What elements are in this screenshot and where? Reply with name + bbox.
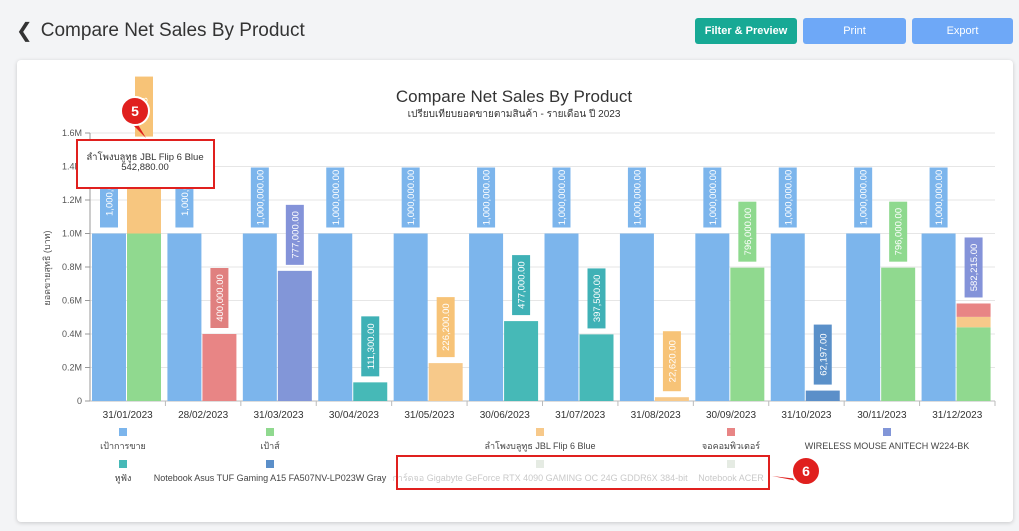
target-bar-label: 1,000,000.00: [482, 170, 493, 225]
actual-bar-label: 477,000.00: [517, 261, 528, 309]
actual-bar-segment[interactable]: [730, 267, 765, 401]
actual-bar-label: 111,300.00: [366, 323, 377, 369]
target-bar[interactable]: [695, 233, 730, 402]
legend-swatch[interactable]: [536, 460, 544, 468]
target-bar-label: 1,000,000.00: [934, 170, 945, 225]
x-tick-label: 30/09/2023: [706, 410, 756, 421]
annotation-6-number: 6: [802, 463, 810, 479]
y-tick-label: 1.6M: [62, 128, 82, 138]
actual-bar-segment[interactable]: [956, 327, 991, 401]
legend-swatch[interactable]: [536, 428, 544, 436]
legend-item-label: เป้าส์: [260, 440, 280, 451]
x-tick-label: 31/07/2023: [555, 410, 605, 421]
y-tick-label: 0.8M: [62, 262, 82, 272]
actual-bar-label: 777,000.00: [290, 211, 301, 259]
y-tick-label: 0.6M: [62, 296, 82, 306]
actual-bar-label: 397,500.00: [592, 275, 603, 323]
actual-bar-segment[interactable]: [428, 363, 463, 401]
annotation-5-number: 5: [131, 103, 139, 119]
actual-bar-segment[interactable]: [127, 233, 161, 402]
legend-swatch[interactable]: [119, 428, 127, 436]
legend-swatch[interactable]: [266, 428, 274, 436]
y-axis-label: ยอดขายสุทธิ (บาท): [42, 230, 53, 305]
target-bar-label: 1,000,000.00: [557, 170, 568, 225]
target-bar[interactable]: [469, 233, 504, 402]
legend-swatch[interactable]: [883, 428, 891, 436]
y-tick-label: 0: [77, 396, 82, 406]
actual-bar-segment[interactable]: [579, 334, 614, 401]
actual-bar-label: 226,200.00: [441, 303, 452, 351]
actual-bar-segment[interactable]: [956, 316, 991, 328]
y-tick-label: 0.2M: [62, 363, 82, 373]
target-bar-label: 1,000,000.00: [859, 170, 870, 225]
y-tick-label: 1.0M: [62, 229, 82, 239]
target-bar[interactable]: [770, 233, 805, 402]
actual-bar-label: 62,197.00: [818, 333, 829, 375]
x-tick-label: 30/04/2023: [329, 410, 379, 421]
legend-swatch[interactable]: [727, 460, 735, 468]
target-bar[interactable]: [167, 233, 202, 402]
target-bar-label: 1,000,000.00: [708, 170, 719, 225]
legend-item-label: WIRELESS MOUSE ANITECH W224-BK: [805, 441, 970, 451]
legend-swatch[interactable]: [727, 428, 735, 436]
target-bar[interactable]: [846, 233, 881, 402]
legend-item-label: เป้าการขาย: [100, 441, 146, 451]
legend-item-label: Notebook Asus TUF Gaming A15 FA507NV-LP0…: [154, 473, 387, 483]
target-bar[interactable]: [393, 233, 428, 402]
target-bar-label: 1,000,000.00: [331, 170, 342, 225]
y-tick-label: 1.2M: [62, 195, 82, 205]
target-bar[interactable]: [619, 233, 654, 402]
legend-item-label: การ์ดจอ Gigabyte GeForce RTX 4090 GAMING…: [392, 472, 688, 483]
legend-item-label: Notebook ACER: [698, 473, 764, 483]
legend-swatch[interactable]: [119, 460, 127, 468]
actual-bar-label: 796,000.00: [894, 208, 905, 256]
x-tick-label: 28/02/2023: [178, 410, 228, 421]
chart-title: Compare Net Sales By Product: [396, 87, 632, 106]
actual-bar-segment[interactable]: [654, 397, 689, 401]
x-tick-label: 31/05/2023: [404, 410, 454, 421]
target-bar-label: 1,000,000.00: [632, 170, 643, 225]
target-bar[interactable]: [318, 233, 353, 402]
target-bar[interactable]: [92, 233, 126, 402]
actual-bar-segment[interactable]: [353, 382, 388, 401]
x-tick-label: 31/10/2023: [781, 410, 831, 421]
actual-bar-label: 582,215.00: [969, 244, 980, 292]
actual-bar-segment[interactable]: [805, 390, 840, 401]
x-tick-label: 31/12/2023: [932, 410, 982, 421]
actual-bar-label: 400,000.00: [215, 274, 226, 322]
x-tick-label: 30/06/2023: [480, 410, 530, 421]
actual-bar-segment[interactable]: [202, 334, 237, 401]
actual-bar-segment[interactable]: [277, 270, 312, 401]
y-tick-label: 0.4M: [62, 329, 82, 339]
x-tick-label: 31/08/2023: [631, 410, 681, 421]
actual-bar-segment[interactable]: [956, 303, 991, 317]
net-sales-chart: Compare Net Sales By Product เปรียบเทียบย…: [42, 76, 996, 490]
actual-bar-segment[interactable]: [881, 267, 916, 401]
chart-subtitle: เปรียบเทียบยอดขายตามสินค้า - รายเดือน ปี…: [408, 108, 621, 120]
target-bar-label: 1,000,000.00: [783, 170, 794, 225]
tooltip-value: 542,880.00: [121, 162, 169, 173]
legend-item-label: หูฟัง: [115, 473, 132, 484]
target-bar[interactable]: [544, 233, 579, 402]
actual-bar-label: 796,000.00: [743, 208, 754, 256]
legend-item-label: ลำโพงบลูทูธ JBL Flip 6 Blue: [484, 441, 595, 452]
target-bar-label: 1,000,000.00: [255, 170, 266, 225]
x-tick-label: 31/03/2023: [254, 410, 304, 421]
target-bar[interactable]: [242, 233, 277, 402]
actual-bar-label: 22,620.00: [667, 340, 678, 382]
x-tick-label: 30/11/2023: [857, 410, 907, 421]
target-bar[interactable]: [921, 233, 956, 402]
legend-swatch[interactable]: [266, 460, 274, 468]
target-bar-label: 1,000,000.00: [406, 170, 417, 225]
x-tick-label: 31/01/2023: [103, 410, 153, 421]
actual-bar-segment[interactable]: [504, 321, 539, 401]
legend-item-label: จอคอมพิวเตอร์: [702, 440, 760, 451]
